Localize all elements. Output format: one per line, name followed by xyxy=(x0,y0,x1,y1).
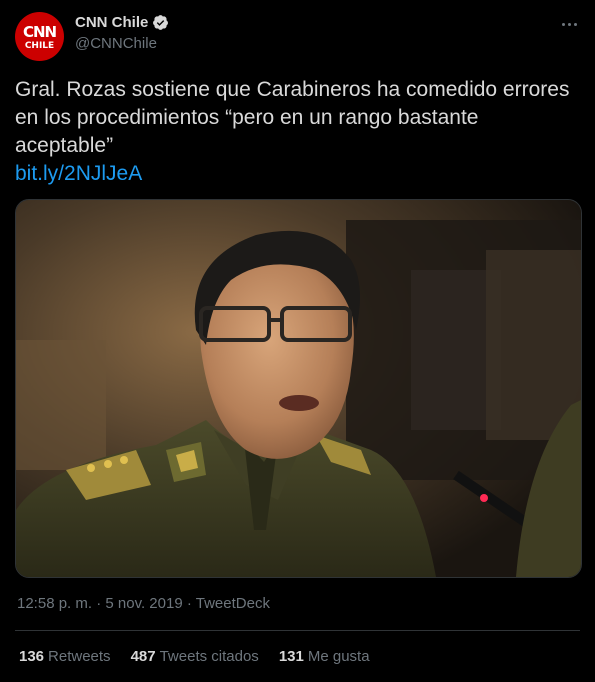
more-dot xyxy=(573,22,577,26)
tweet: CNN CHILE CNN Chile @CNNChile Gral. Roza… xyxy=(0,0,595,682)
more-dot xyxy=(567,22,571,26)
photo-image xyxy=(16,200,581,577)
more-options-icon[interactable] xyxy=(557,14,581,34)
tweet-date[interactable]: 5 nov. 2019 xyxy=(105,595,182,612)
likes-label: Me gusta xyxy=(307,648,370,665)
tweet-text: Gral. Rozas sostiene que Carabineros ha … xyxy=(15,78,570,157)
tweet-source[interactable]: TweetDeck xyxy=(196,595,270,612)
more-dot xyxy=(561,22,565,26)
divider xyxy=(15,630,580,631)
author-block: CNN Chile @CNNChile xyxy=(75,14,169,52)
tweet-stats: 136 Retweets 487 Tweets citados 131 Me gust… xyxy=(19,648,370,665)
verified-badge-icon xyxy=(153,15,169,30)
tweet-time[interactable]: 12:58 p. m. xyxy=(17,595,92,612)
tweet-meta: 12:58 p. m. · 5 nov. 2019 · TweetDeck xyxy=(17,595,270,612)
quote-tweets-count: 487 xyxy=(130,648,156,665)
retweets-label: Retweets xyxy=(48,648,111,665)
retweets-count: 136 xyxy=(19,648,45,665)
author-handle[interactable]: @CNNChile xyxy=(75,35,169,52)
meta-separator: · xyxy=(186,595,192,612)
tweet-link[interactable]: bit.ly/2NJlJeA xyxy=(15,160,575,188)
author-name-row: CNN Chile xyxy=(75,14,169,31)
tweet-body: Gral. Rozas sostiene que Carabineros ha … xyxy=(15,76,575,188)
likes-stat[interactable]: 131 Me gusta xyxy=(279,648,370,665)
avatar-logo-text: CNN xyxy=(22,22,57,41)
likes-count: 131 xyxy=(278,648,304,665)
avatar[interactable]: CNN CHILE xyxy=(15,12,64,61)
retweets-stat[interactable]: 136 Retweets xyxy=(19,648,111,665)
meta-separator: · xyxy=(96,595,102,612)
avatar-logo-subtext: CHILE xyxy=(24,40,55,51)
quote-tweets-stat[interactable]: 487 Tweets citados xyxy=(131,648,259,665)
tweet-photo[interactable] xyxy=(15,199,582,578)
quote-tweets-label: Tweets citados xyxy=(159,648,259,665)
author-name[interactable]: CNN Chile xyxy=(75,14,148,31)
